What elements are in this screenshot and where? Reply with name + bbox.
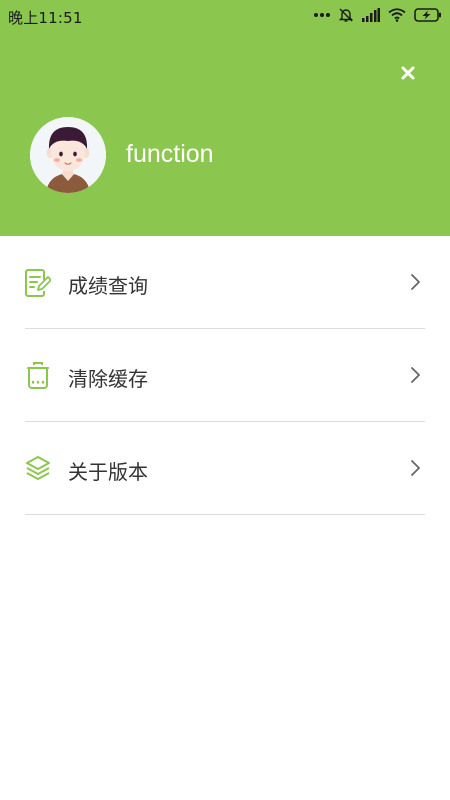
profile-header: 晚上11:51 function — [0, 0, 450, 236]
close-icon — [401, 65, 415, 84]
menu-item-label: 清除缓存 — [68, 367, 148, 391]
avatar[interactable] — [30, 117, 106, 193]
status-icons — [314, 7, 442, 23]
trash-icon — [25, 362, 51, 390]
wifi-icon — [388, 8, 406, 22]
close-button[interactable] — [396, 62, 420, 86]
status-time: 晚上11:51 — [8, 9, 83, 27]
signal-icon — [362, 8, 380, 22]
battery-charging-icon — [414, 8, 442, 22]
status-bar: 晚上11:51 — [0, 0, 450, 32]
grade-query-icon — [25, 269, 52, 297]
chevron-right-icon — [409, 459, 421, 477]
drawer-menu: 成绩查询 清除缓存 关于版本 — [0, 236, 450, 515]
layers-icon — [25, 455, 51, 483]
drawer-screen: 晚上11:51 function 成绩查询 清除缓存 关于版本 — [0, 0, 450, 800]
menu-item-clear-cache[interactable]: 清除缓存 — [25, 329, 425, 422]
menu-item-about-version[interactable]: 关于版本 — [25, 422, 425, 515]
username: function — [126, 140, 214, 168]
menu-item-label: 关于版本 — [68, 460, 148, 484]
chevron-right-icon — [409, 366, 421, 384]
user-avatar — [30, 117, 106, 193]
menu-item-grade-query[interactable]: 成绩查询 — [25, 236, 425, 329]
chevron-right-icon — [409, 273, 421, 291]
more-dots-icon — [314, 12, 330, 18]
menu-item-label: 成绩查询 — [68, 274, 148, 298]
mute-bell-icon — [338, 7, 354, 23]
